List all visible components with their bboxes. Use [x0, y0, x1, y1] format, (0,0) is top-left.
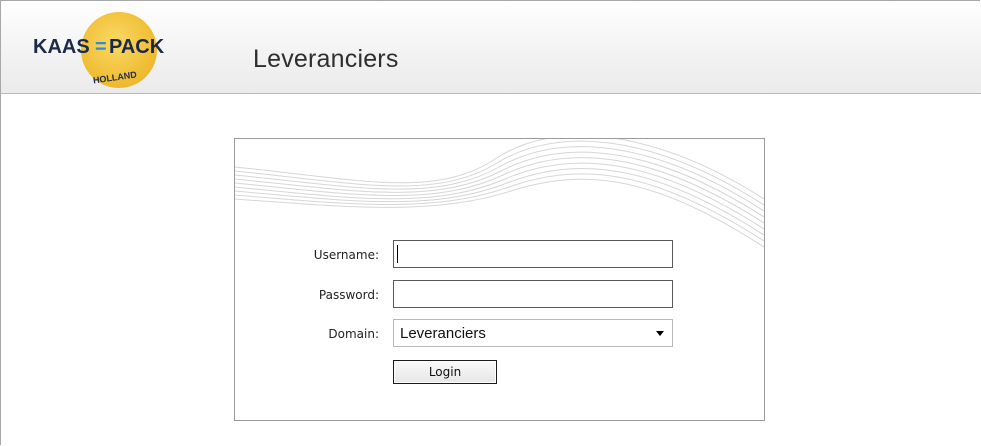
logo-text-pack: PACK — [109, 36, 165, 58]
username-label: Username: — [313, 248, 379, 262]
username-row: Username: — [235, 240, 764, 270]
domain-select[interactable]: Leveranciers — [393, 319, 673, 347]
username-input[interactable] — [393, 240, 673, 268]
password-label: Password: — [318, 288, 379, 302]
domain-selected-value: Leveranciers — [400, 325, 486, 342]
domain-row: Domain: Leveranciers — [235, 319, 764, 349]
logo-text-kaas: KAAS — [33, 36, 90, 58]
login-button-row: Login — [235, 360, 764, 390]
company-logo: KAAS = PACK HOLLAND — [33, 12, 165, 88]
dropdown-arrow-icon[interactable] — [656, 331, 664, 336]
login-panel: Username: Password: Domain: Leveranciers… — [234, 138, 765, 421]
password-row: Password: — [235, 280, 764, 310]
logo-text-separator: = — [95, 36, 107, 58]
password-input[interactable] — [393, 280, 673, 308]
text-cursor — [397, 245, 398, 263]
login-button[interactable]: Login — [393, 360, 497, 384]
domain-label: Domain: — [328, 327, 379, 341]
page-title: Leveranciers — [253, 45, 399, 73]
page-header: KAAS = PACK HOLLAND Leveranciers — [1, 1, 981, 94]
